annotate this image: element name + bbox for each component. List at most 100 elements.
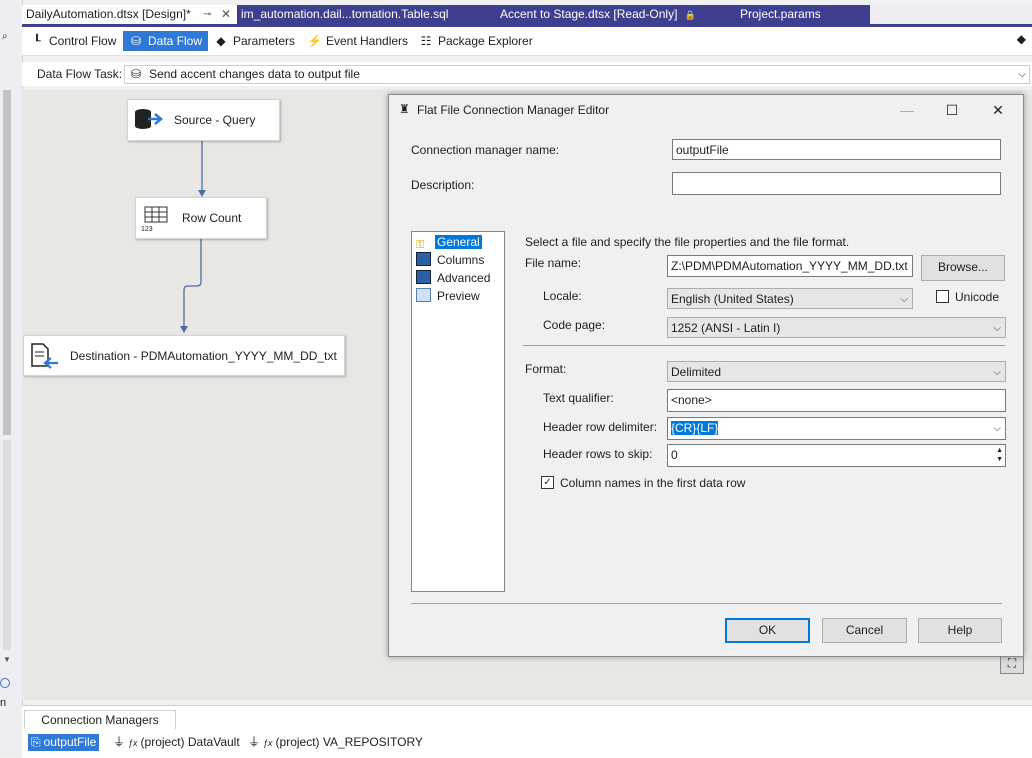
- nav-advanced[interactable]: Advanced: [416, 270, 490, 287]
- tab-dailyautomation[interactable]: DailyAutomation.dtsx [Design]* ⊸ ✕: [22, 5, 239, 24]
- node-label: Source - Query: [174, 113, 256, 127]
- package-explorer-icon: ☷: [420, 34, 432, 48]
- node-destination[interactable]: Destination - PDMAutomation_YYYY_MM_DD_t…: [23, 335, 345, 376]
- tab-control-flow[interactable]: ┖ Control Flow: [24, 31, 122, 51]
- left-tool-strip: ⌕ ▼ n: [0, 0, 23, 757]
- connection-managers-panel: Connection Managers ⎘ outputFile ⏚ ƒx (proj…: [22, 705, 1032, 758]
- tab-label: Package Explorer: [438, 34, 533, 48]
- scroll-down-icon[interactable]: ▼: [3, 655, 11, 664]
- plug-icon: ⏚: [248, 735, 261, 749]
- status-circle-icon: [0, 678, 10, 688]
- flat-file-editor-dialog: ♜ Flat File Connection Manager Editor — …: [388, 94, 1024, 657]
- node-row-count[interactable]: 123 Row Count: [135, 197, 267, 239]
- instruction-text: Select a file and specify the file prope…: [525, 235, 850, 249]
- unicode-checkbox[interactable]: [936, 290, 949, 303]
- text-qualifier-input[interactable]: <none>: [667, 389, 1006, 412]
- fx-icon: ƒx: [128, 738, 138, 748]
- browse-button[interactable]: Browse...: [921, 255, 1005, 281]
- close-icon[interactable]: ✕: [221, 5, 231, 24]
- cm-label: (project) VA_REPOSITORY: [275, 735, 423, 749]
- node-source-query[interactable]: Source - Query: [127, 99, 280, 141]
- nav-label: Preview: [437, 289, 480, 303]
- lock-icon: 🔒: [684, 10, 696, 20]
- connection-manager-item[interactable]: ⏚ ƒx (project) VA_REPOSITORY: [248, 734, 423, 751]
- header-delim-value: {CR}{LF}: [671, 421, 719, 435]
- fx-icon: ƒx: [263, 738, 273, 748]
- nav-label: Columns: [437, 253, 485, 267]
- nav-columns[interactable]: Columns: [416, 252, 484, 269]
- locale-label: Locale:: [543, 289, 582, 303]
- page-nav-list: ⚿ General Columns Advanced Preview: [411, 231, 505, 592]
- chevron-down-icon: ⌵: [993, 367, 1001, 378]
- control-flow-icon: ┖: [33, 34, 41, 48]
- conn-name-input[interactable]: outputFile: [672, 139, 1001, 160]
- panel-letter: n: [0, 697, 7, 709]
- node-label: Row Count: [182, 211, 242, 225]
- data-flow-task-select[interactable]: ⛁ Send accent changes data to output file…: [124, 65, 1030, 84]
- format-select[interactable]: Delimited ⌵: [667, 361, 1006, 382]
- header-skip-label: Header rows to skip:: [543, 447, 653, 461]
- tab-label: Event Handlers: [326, 34, 409, 48]
- tab-package-explorer[interactable]: ☷ Package Explorer: [413, 31, 539, 51]
- search-icon[interactable]: ⌕: [2, 31, 8, 42]
- header-skip-value: 0: [671, 448, 678, 462]
- header-skip-stepper[interactable]: 0 ▲ ▼: [667, 444, 1006, 467]
- connection-managers-tab[interactable]: Connection Managers: [24, 710, 176, 729]
- preview-icon: [416, 288, 431, 302]
- document-tab-bar: DailyAutomation.dtsx [Design]* ⊸ ✕ im_au…: [22, 5, 1032, 24]
- counter-subtext: 123: [141, 226, 153, 233]
- header-delim-select[interactable]: {CR}{LF} ⌵: [667, 417, 1006, 440]
- columns-icon: [416, 252, 431, 266]
- description-input[interactable]: [672, 172, 1001, 195]
- file-destination-icon: [31, 343, 58, 369]
- description-label: Description:: [411, 178, 475, 192]
- tab-label: im_automation.dail...tomation.Table.sql: [241, 7, 449, 21]
- tab-data-flow[interactable]: ⛁ Data Flow: [123, 31, 209, 51]
- maximize-icon[interactable]: ☐: [937, 99, 967, 121]
- conn-name-label: Connection manager name:: [411, 143, 560, 157]
- flat-file-icon: ⎘: [31, 735, 41, 749]
- locale-value: English (United States): [671, 292, 794, 306]
- tab-event-handlers[interactable]: ⚡ Event Handlers: [301, 31, 414, 51]
- column-names-label: Column names in the first data row: [560, 476, 746, 490]
- tab-parameters[interactable]: ◆ Parameters: [208, 31, 301, 51]
- connection-manager-item[interactable]: ⏚ ƒx (project) DataVault: [113, 734, 240, 751]
- file-name-input[interactable]: Z:\PDM\PDMAutomation_YYYY_MM_DD.txt: [667, 255, 913, 277]
- close-icon[interactable]: ✕: [983, 99, 1013, 121]
- nav-general[interactable]: ⚿ General: [416, 234, 482, 251]
- left-scrollbar[interactable]: [3, 90, 11, 435]
- chevron-down-icon: ⌵: [993, 423, 1001, 434]
- format-value: Delimited: [671, 365, 722, 379]
- parameters-icon: ◆: [216, 34, 226, 48]
- tab-label: Accent to Stage.dtsx [Read-Only]: [500, 7, 678, 21]
- locale-select[interactable]: English (United States) ⌵: [667, 288, 913, 309]
- tab-project-params[interactable]: Project.params: [736, 5, 870, 24]
- codepage-value: 1252 (ANSI - Latin I): [671, 321, 781, 335]
- general-icon: ⚿: [416, 239, 425, 251]
- database-icon: [135, 109, 163, 129]
- format-label: Format:: [525, 362, 567, 376]
- chevron-down-icon: ⌵: [993, 323, 1001, 334]
- connection-manager-item[interactable]: ⎘ outputFile: [28, 734, 100, 751]
- designer-toolbar: ┖ Control Flow ⛁ Data Flow ◆ Parameters ⚡ Ev…: [22, 27, 1032, 56]
- pin-icon[interactable]: ⊸: [203, 5, 211, 24]
- stepper-arrows-icon[interactable]: ▲ ▼: [996, 446, 1003, 464]
- tab-label: Control Flow: [49, 34, 117, 48]
- codepage-select[interactable]: 1252 (ANSI - Latin I) ⌵: [667, 317, 1006, 338]
- task-icon: ⛁: [131, 67, 142, 81]
- cancel-button[interactable]: Cancel: [822, 618, 907, 643]
- grid-counter-icon: [144, 206, 168, 223]
- nav-preview[interactable]: Preview: [416, 288, 480, 305]
- tab-label: Parameters: [233, 34, 296, 48]
- tab-accent-to-stage[interactable]: Accent to Stage.dtsx [Read-Only] 🔒: [496, 5, 737, 24]
- tab-sql-file[interactable]: im_automation.dail...tomation.Table.sql: [237, 5, 497, 24]
- column-names-checkbox[interactable]: ✓: [541, 476, 554, 489]
- cm-label: outputFile: [43, 735, 97, 749]
- data-flow-icon: ⛁: [130, 34, 142, 48]
- package-icon[interactable]: ◆: [1017, 32, 1026, 46]
- section-divider: [523, 345, 1005, 346]
- ok-button[interactable]: OK: [725, 618, 810, 643]
- help-button[interactable]: Help: [918, 618, 1002, 643]
- chevron-down-icon: ⌵: [900, 294, 908, 305]
- dialog-app-icon: ♜: [399, 102, 410, 116]
